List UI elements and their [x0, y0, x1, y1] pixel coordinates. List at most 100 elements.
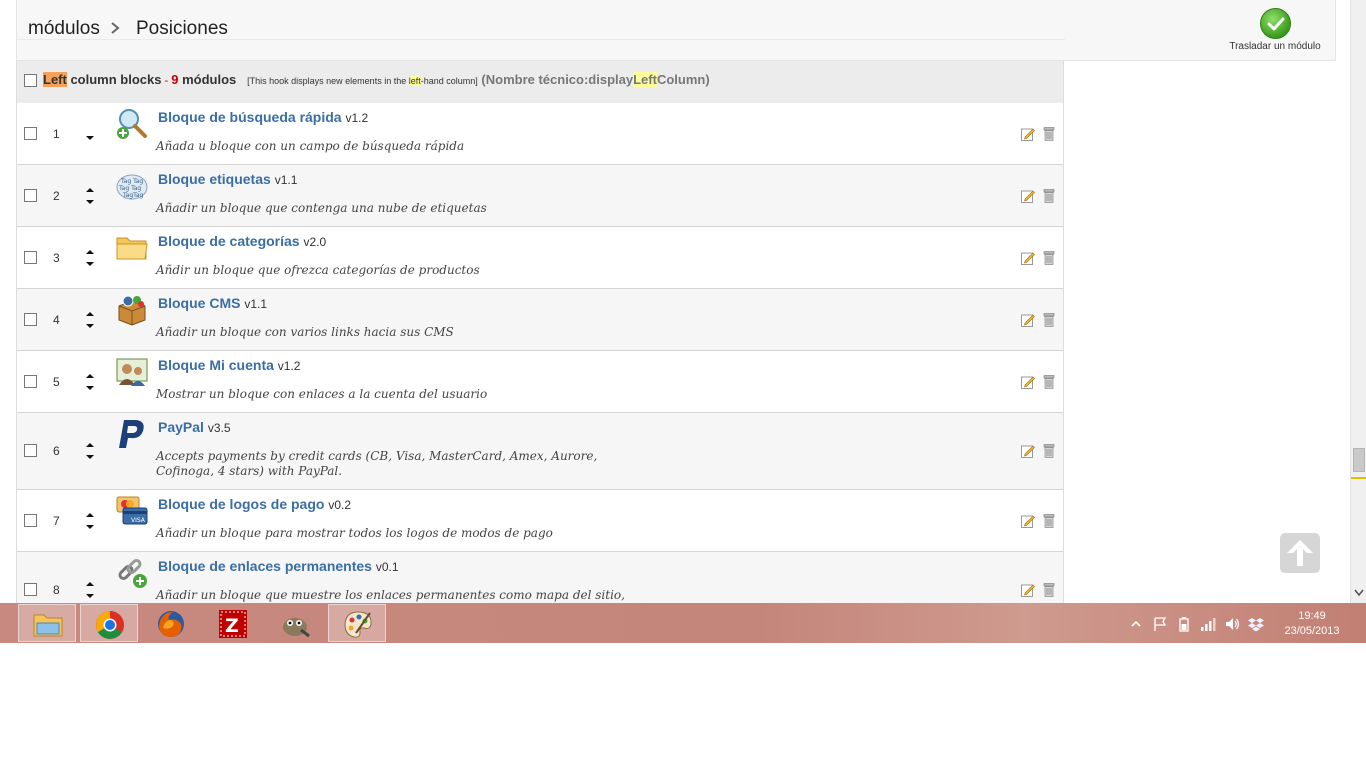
module-list: 1 Bloque de búsqueda rápida v1.2 Añada u…: [16, 103, 1064, 603]
module-name-link[interactable]: Bloque de búsqueda rápida v1.2: [158, 109, 368, 125]
move-down-arrow-icon[interactable]: [83, 129, 97, 151]
edit-icon[interactable]: [1021, 375, 1035, 389]
move-module-label: Trasladar un módulo: [1229, 41, 1321, 52]
move-up-down-arrows-icon[interactable]: [83, 579, 97, 601]
cms-box-icon: [116, 294, 148, 326]
taskbar-gimp-button[interactable]: [266, 604, 324, 642]
breadcrumb-separator-icon: [110, 21, 120, 37]
hook-title: Left column blocks - 9 módulos [This hoo…: [43, 72, 710, 87]
module-name: Bloque de logos de pago: [158, 496, 325, 512]
edit-icon[interactable]: [1021, 583, 1035, 597]
move-up-down-arrows-icon[interactable]: [83, 309, 97, 331]
edit-icon[interactable]: [1021, 127, 1035, 141]
taskbar-filezilla-button[interactable]: Z: [204, 604, 262, 642]
move-up-down-arrows-icon[interactable]: [83, 371, 97, 393]
move-up-down-arrows-icon[interactable]: [83, 247, 97, 269]
module-description: Añadir un bloque con varios links hacia …: [156, 325, 454, 339]
network-signal-icon[interactable]: [1200, 616, 1216, 632]
module-name: Bloque de enlaces permanentes: [158, 558, 372, 574]
hook-name: column blocks: [66, 72, 162, 87]
edit-icon[interactable]: [1021, 514, 1035, 528]
scrollbar-thumb[interactable]: [1353, 448, 1365, 472]
svg-text:Z: Z: [225, 615, 239, 637]
show-hidden-icons-icon[interactable]: [1128, 616, 1144, 632]
module-checkbox[interactable]: [24, 583, 37, 596]
dropbox-icon[interactable]: [1248, 616, 1264, 632]
taskbar: Z 19:49 23/05/2013: [0, 603, 1366, 643]
module-name-link[interactable]: PayPal v3.5: [158, 419, 231, 435]
module-row: 8 Bloque de enlaces permanentes v0.1 Aña…: [17, 552, 1063, 603]
delete-icon[interactable]: [1043, 313, 1055, 327]
taskbar-chrome-button[interactable]: [80, 604, 138, 642]
clock[interactable]: 19:49 23/05/2013: [1280, 609, 1344, 639]
module-name-link[interactable]: Bloque de logos de pago v0.2: [158, 496, 351, 512]
module-description: Añdir un bloque que ofrezca categorías d…: [156, 263, 480, 277]
module-position: 8: [53, 583, 60, 597]
module-checkbox[interactable]: [24, 444, 37, 457]
action-center-flag-icon[interactable]: [1152, 616, 1168, 632]
module-name: Bloque Mi cuenta: [158, 357, 274, 373]
hook-dash: -: [161, 75, 172, 87]
module-checkbox[interactable]: [24, 127, 37, 140]
toolbar: módulos Posiciones Trasladar un módulo: [16, 0, 1336, 61]
search-add-icon: [116, 108, 148, 140]
svg-text:VISA: VISA: [131, 517, 146, 524]
move-up-down-arrows-icon[interactable]: [83, 510, 97, 532]
vertical-scrollbar[interactable]: [1350, 0, 1366, 603]
taskbar-file-explorer-button[interactable]: [18, 604, 76, 642]
module-name-link[interactable]: Bloque de categorías v2.0: [158, 233, 326, 249]
module-name-link[interactable]: Bloque CMS v1.1: [158, 295, 267, 311]
module-checkbox[interactable]: [24, 514, 37, 527]
hook-module-count: 9: [171, 72, 179, 87]
module-checkbox[interactable]: [24, 189, 37, 202]
chrome-icon: [96, 611, 124, 639]
page-title: Posiciones: [136, 18, 228, 39]
delete-icon[interactable]: [1043, 251, 1055, 265]
module-name-link[interactable]: Bloque Mi cuenta v1.2: [158, 357, 300, 373]
delete-icon[interactable]: [1043, 127, 1055, 141]
power-battery-icon[interactable]: [1176, 616, 1192, 632]
hook-desc-highlight: left: [408, 76, 421, 86]
module-name: Bloque etiquetas: [158, 171, 271, 187]
module-checkbox[interactable]: [24, 313, 37, 326]
module-name: Bloque de búsqueda rápida: [158, 109, 342, 125]
module-version: v2.0: [303, 235, 327, 249]
tag-cloud-icon: Tag Tag Tag Tag TagTag: [116, 170, 148, 202]
hook-select-all-checkbox[interactable]: [24, 74, 37, 87]
scroll-down-arrow-icon[interactable]: [1354, 588, 1364, 600]
edit-icon[interactable]: [1021, 251, 1035, 265]
taskbar-firefox-button[interactable]: [142, 604, 200, 642]
hook-description: [This hook displays new elements in the …: [247, 76, 478, 86]
edit-icon[interactable]: [1021, 313, 1035, 327]
browser-viewport: módulos Posiciones Trasladar un módulo L…: [0, 0, 1366, 603]
module-position: 5: [53, 375, 60, 389]
delete-icon[interactable]: [1043, 583, 1055, 597]
module-row: 6 PayPal v3.5 Accepts payments by credit…: [17, 413, 1063, 490]
edit-icon[interactable]: [1021, 189, 1035, 203]
scroll-to-top-button[interactable]: [1280, 533, 1320, 573]
delete-icon[interactable]: [1043, 514, 1055, 528]
hook-desc-prefix: [This hook displays new elements in the: [247, 76, 409, 86]
svg-text:TagTag: TagTag: [122, 192, 144, 199]
volume-icon[interactable]: [1224, 616, 1240, 632]
hook-tech-prefix: (Nombre técnico:display: [481, 72, 634, 87]
module-name: PayPal: [158, 419, 204, 435]
module-name-link[interactable]: Bloque de enlaces permanentes v0.1: [158, 558, 399, 574]
module-checkbox[interactable]: [24, 375, 37, 388]
delete-icon[interactable]: [1043, 375, 1055, 389]
delete-icon[interactable]: [1043, 189, 1055, 203]
module-name-link[interactable]: Bloque etiquetas v1.1: [158, 171, 297, 187]
module-description: Añadir un bloque para mostrar todos los …: [156, 526, 553, 540]
move-module-button[interactable]: Trasladar un módulo: [1223, 6, 1327, 56]
taskbar-paint-button[interactable]: [328, 604, 386, 642]
edit-icon[interactable]: [1021, 444, 1035, 458]
move-up-down-arrows-icon[interactable]: [83, 185, 97, 207]
delete-icon[interactable]: [1043, 444, 1055, 458]
paypal-icon: [116, 418, 148, 450]
folder-icon: [116, 232, 148, 264]
module-position: 6: [53, 444, 60, 458]
module-checkbox[interactable]: [24, 251, 37, 264]
move-up-down-arrows-icon[interactable]: [83, 440, 97, 462]
breadcrumb-modules-link[interactable]: módulos: [28, 18, 100, 40]
module-position: 3: [53, 251, 60, 265]
